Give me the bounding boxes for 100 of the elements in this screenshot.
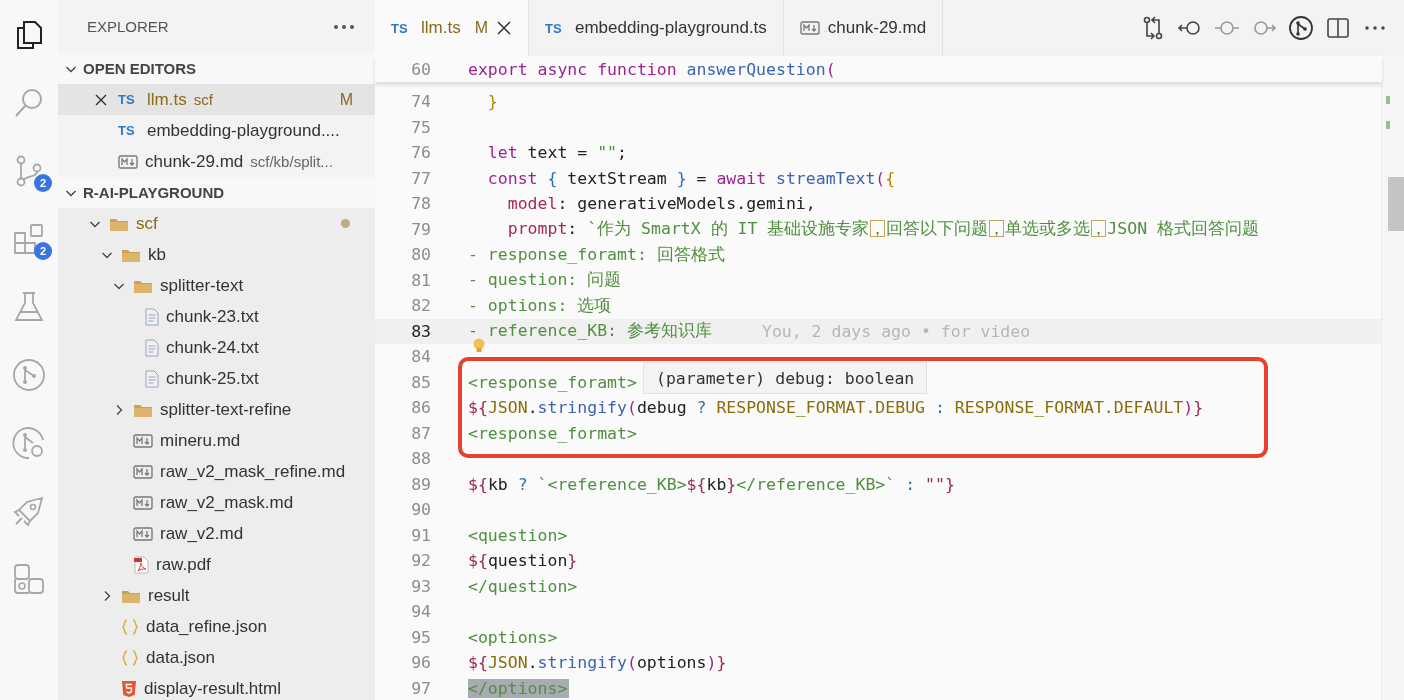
scrollbar[interactable]	[1381, 56, 1404, 700]
pdf-file-icon	[133, 555, 149, 574]
file-item[interactable]: chunk-24.txt	[58, 332, 375, 363]
rocket-icon	[12, 494, 46, 528]
file-item[interactable]: raw_v2.md	[58, 518, 375, 549]
line-number: 93	[410, 576, 431, 596]
file-item[interactable]: raw.pdf	[58, 549, 375, 580]
modified-status: M	[474, 19, 488, 37]
line-number: 60	[410, 59, 431, 79]
line-number: 81	[410, 270, 431, 290]
file-item[interactable]: data_refine.json	[58, 611, 375, 642]
folder-item[interactable]: result	[58, 580, 375, 611]
line-number: 95	[410, 627, 431, 647]
file-name: chunk-25.txt	[166, 368, 259, 389]
file-name: data.json	[146, 647, 215, 668]
file-name: kb	[148, 244, 166, 265]
file-name: splitter-text	[160, 275, 244, 296]
file-path: scf	[193, 91, 213, 108]
file-name: raw_v2_mask.md	[160, 492, 294, 513]
line-number: 92	[410, 551, 431, 571]
code-line: - reference_KB: 参考知识库	[468, 320, 712, 343]
line-number: 86	[410, 398, 431, 418]
file-name: chunk-23.txt	[166, 306, 259, 327]
hover-tooltip: (parameter) debug: boolean	[643, 362, 928, 394]
markdown-file-icon	[133, 495, 153, 510]
section-header[interactable]: OPEN EDITORS	[58, 53, 375, 84]
line-number: 87	[410, 423, 431, 443]
file-item[interactable]: raw_v2_mask.md	[58, 487, 375, 518]
line-number: 85	[410, 372, 431, 392]
file-name: mineru.md	[160, 430, 241, 451]
markdown-file-icon	[133, 433, 153, 448]
code-line: ${JSON.stringify(debug ? RESPONSE_FORMAT.DEBUG : RESPONSE_FORMAT.DEFAULT)}	[468, 398, 1204, 418]
folder-item[interactable]: kb	[58, 239, 375, 270]
file-name: raw_v2_mask_refine.md	[160, 461, 346, 482]
tab-label: llm.ts	[421, 18, 461, 38]
modified-status: M	[339, 90, 353, 109]
git-blame-annotation: You, 2 days ago • for video	[761, 321, 1031, 341]
file-name: raw.pdf	[156, 554, 211, 575]
code-line: }	[486, 92, 498, 112]
typescript-file-icon: TS	[118, 123, 140, 138]
line-number: 94	[410, 602, 431, 622]
file-item[interactable]: raw_v2_mask_refine.md	[58, 456, 375, 487]
file-name: display-result.html	[144, 678, 281, 699]
line-number: 97	[410, 678, 431, 698]
line-number: 96	[410, 653, 431, 673]
file-item[interactable]: data.json	[58, 642, 375, 673]
count-badge: 2	[34, 174, 52, 192]
line-number: 74	[410, 92, 431, 112]
code-line: model: generativeModels.gemini,	[506, 194, 816, 214]
git-search-icon	[12, 426, 46, 460]
git-graph-icon	[12, 358, 46, 392]
line-number: 79	[410, 219, 431, 239]
folder-item[interactable]: splitter-text-refine	[58, 394, 375, 425]
file-name: llm.ts	[147, 89, 187, 110]
open-editor-item[interactable]: chunk-29.md scf/kb/split...	[58, 146, 375, 177]
section-header[interactable]: R-AI-PLAYGROUND	[58, 177, 375, 208]
line-number: 77	[410, 168, 431, 188]
file-item[interactable]: chunk-23.txt	[58, 301, 375, 332]
text-file-icon	[145, 369, 159, 388]
tab-label: embedding-playground.ts	[575, 18, 767, 38]
line-number: 78	[410, 194, 431, 214]
close-icon[interactable]	[94, 92, 108, 107]
text-file-icon	[145, 338, 159, 357]
file-name: raw_v2.md	[160, 523, 244, 544]
line-number: 83	[410, 321, 431, 341]
typescript-file-icon: TS	[118, 92, 140, 107]
code-line: const { textStream } = await streamText({	[486, 168, 896, 188]
file-item[interactable]: display-result.html	[58, 673, 375, 700]
file-name: data_refine.json	[146, 616, 267, 637]
code-line: <response_format>	[468, 423, 637, 443]
file-item[interactable]: chunk-25.txt	[58, 363, 375, 394]
line-number: 88	[410, 449, 431, 469]
json-file-icon	[121, 649, 139, 666]
close-icon[interactable]	[496, 20, 512, 36]
line-number: 89	[410, 474, 431, 494]
file-item[interactable]: mineru.md	[58, 425, 375, 456]
lightbulb-icon[interactable]	[472, 338, 486, 354]
split-editor-icon[interactable]	[1325, 15, 1351, 41]
file-name: chunk-24.txt	[166, 337, 259, 358]
file-name: chunk-29.md	[145, 151, 244, 172]
more-icon[interactable]	[333, 23, 355, 30]
code-line: prompt: `作为 SmartX 的 IT 基础设施专家，回答以下问题，单选或多选，JSON 格式回答问题	[506, 218, 1260, 241]
markdown-file-icon	[118, 154, 138, 169]
open-editor-item[interactable]: TS llm.ts scf M	[58, 84, 375, 115]
code-line: - question: 问题	[468, 269, 622, 292]
text-file-icon	[145, 307, 159, 326]
panel-title: EXPLORER	[87, 18, 169, 35]
git-graph-icon[interactable]	[1288, 15, 1314, 41]
line-number: 75	[410, 117, 431, 137]
editor-tab[interactable]: TS llm.ts M	[375, 0, 529, 56]
file-name: embedding-playground....	[147, 120, 340, 141]
markdown-file-icon	[133, 464, 153, 479]
tab-label: chunk-29.md	[827, 18, 927, 38]
file-name: splitter-text-refine	[160, 399, 292, 420]
open-editor-item[interactable]: TS embedding-playground....	[58, 115, 375, 146]
code-line: <options>	[468, 627, 558, 647]
json-file-icon	[121, 618, 139, 635]
folder-item[interactable]: scf	[58, 208, 375, 239]
typescript-file-icon: TS	[391, 20, 413, 36]
folder-item[interactable]: splitter-text	[58, 270, 375, 301]
